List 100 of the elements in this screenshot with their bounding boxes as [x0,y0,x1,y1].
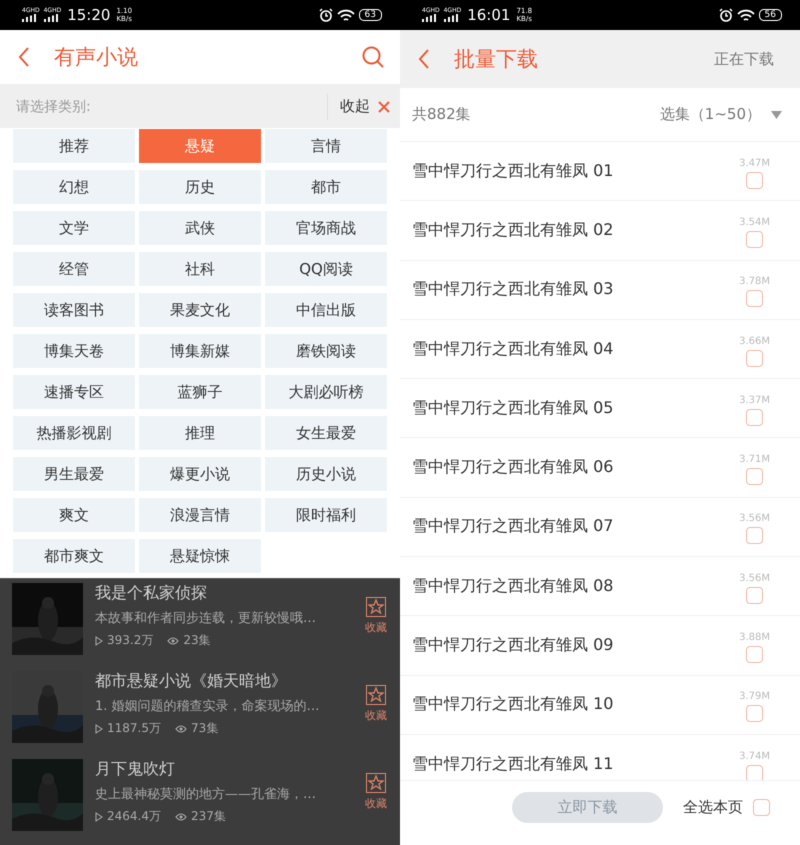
category-tag[interactable]: 社科 [139,252,261,286]
episode-title: 雪中悍刀行之西北有雏凤 03 [412,279,614,300]
eye-icon [175,812,187,820]
category-tag[interactable]: 磨铁阅读 [265,334,387,368]
episode-title: 雪中悍刀行之西北有雏凤 02 [412,220,614,241]
episode-title: 雪中悍刀行之西北有雏凤 11 [412,754,614,775]
search-icon[interactable] [362,46,384,68]
episode-checkbox[interactable] [746,230,764,248]
category-tag[interactable]: 推理 [139,416,261,450]
file-size: 3.71M [739,454,770,466]
category-tag[interactable]: 速播专区 [13,375,135,409]
episode-count: 237集 [191,808,226,825]
category-tag[interactable]: 大剧必听榜 [265,375,387,409]
category-tag[interactable]: 都市爽文 [13,539,135,573]
play-count: 1187.5万 [107,720,161,737]
category-tag[interactable]: 浪漫言情 [139,498,261,532]
caret-icon [771,110,782,118]
episode-checkbox[interactable] [746,646,764,664]
episode-checkbox[interactable] [746,172,764,189]
book-description: 本故事和作者同步连载，更新较慢哦… [95,610,317,627]
file-size: 3.78M [739,276,770,288]
play-icon [95,812,103,822]
status-time: 15:20 [67,6,110,24]
eye-icon [175,724,187,732]
category-tag[interactable]: 女生最爱 [265,416,387,450]
category-tag[interactable]: 爽文 [13,498,135,532]
episode-checkbox[interactable] [746,290,764,308]
back-icon[interactable] [418,49,430,69]
episode-title: 雪中悍刀行之西北有雏凤 07 [412,516,614,538]
category-tag[interactable]: 博集天卷 [13,334,135,368]
category-tag[interactable]: 中信出版 [265,293,387,327]
file-size: 3.47M [739,158,770,169]
page-title: 有声小说 [54,44,139,71]
episode-title: 雪中悍刀行之西北有雏凤 05 [412,398,614,419]
category-tag[interactable]: 博集新媒 [139,334,261,368]
category-tag[interactable]: 都市 [265,170,387,204]
category-tag[interactable]: 热播影视剧 [13,416,135,450]
episode-checkbox[interactable] [746,408,764,426]
episode-title: 雪中悍刀行之西北有雏凤 06 [412,457,614,478]
star-icon[interactable] [366,773,386,793]
back-icon[interactable] [18,47,30,67]
episode-title: 雪中悍刀行之西北有雏凤 08 [412,576,614,597]
alarm-icon [318,8,333,22]
file-size: 3.56M [739,572,770,584]
category-tag[interactable]: 武侠 [139,211,261,245]
eye-icon [167,636,180,644]
episode-checkbox[interactable] [746,527,764,544]
alarm-icon [718,8,733,22]
category-tag[interactable]: 言情 [265,129,387,163]
episode-checkbox[interactable] [746,764,764,780]
category-tag[interactable]: 读客图书 [13,293,135,327]
episode-checkbox[interactable] [746,705,764,722]
play-count: 393.2万 [107,632,154,649]
book-title: 都市悬疑小说《婚天暗地》 [95,671,288,692]
category-tag[interactable]: 文学 [13,211,135,245]
category-tag[interactable]: 果麦文化 [139,293,261,327]
book-description: 史上最神秘莫测的地方——孔雀海，… [95,786,317,803]
category-tag[interactable]: 历史小说 [265,457,387,491]
category-tag[interactable]: 男生最爱 [13,457,135,491]
episode-checkbox[interactable] [746,468,764,486]
select-all-checkbox[interactable] [753,798,770,816]
file-size: 3.66M [739,336,770,347]
range-dropdown[interactable]: 选集（1~50） [660,105,782,124]
category-tag[interactable]: 推荐 [13,129,135,163]
battery-level: 56 [758,9,782,21]
category-prompt: 请选择类别: [15,98,92,116]
star-icon[interactable] [366,597,386,617]
category-tag[interactable]: 官场商战 [265,211,387,245]
episode-title: 雪中悍刀行之西北有雏凤 09 [412,635,614,656]
category-tag[interactable]: 爆更小说 [139,457,261,491]
episode-checkbox[interactable] [746,586,764,604]
book-title: 月下鬼吹灯 [95,759,176,780]
wifi-icon [736,8,755,22]
episode-checkbox[interactable] [746,350,764,367]
episode-title: 雪中悍刀行之西北有雏凤 04 [412,338,614,360]
file-size: 3.79M [739,691,770,702]
file-size: 3.37M [739,394,770,406]
favorite-label[interactable]: 收藏 [365,796,387,811]
category-tag[interactable]: QQ阅读 [265,252,387,286]
battery-level: 63 [358,9,382,21]
category-tag[interactable]: 经管 [13,252,135,286]
star-icon[interactable] [366,685,386,705]
play-count: 2464.4万 [107,808,161,825]
category-tag[interactable]: 历史 [139,170,261,204]
category-tag[interactable]: 蓝狮子 [139,375,261,409]
play-icon [95,636,103,646]
downloading-link[interactable]: 正在下载 [714,50,774,68]
favorite-label[interactable]: 收藏 [365,620,387,635]
category-tag[interactable]: 限时福利 [265,498,387,532]
close-icon [378,100,390,112]
status-time: 16:01 [467,6,510,24]
file-size: 3.74M [739,750,770,762]
book-description: 1. 婚姻问题的稽查实录，命案现场的… [95,698,321,715]
play-icon [95,724,103,734]
category-tag[interactable]: 悬疑惊悚 [139,539,261,573]
favorite-label[interactable]: 收藏 [365,708,387,723]
book-title: 我是个私家侦探 [95,583,208,604]
category-tag[interactable]: 幻想 [13,170,135,204]
page-title: 批量下载 [454,46,539,73]
episode-title: 雪中悍刀行之西北有雏凤 10 [412,694,614,716]
